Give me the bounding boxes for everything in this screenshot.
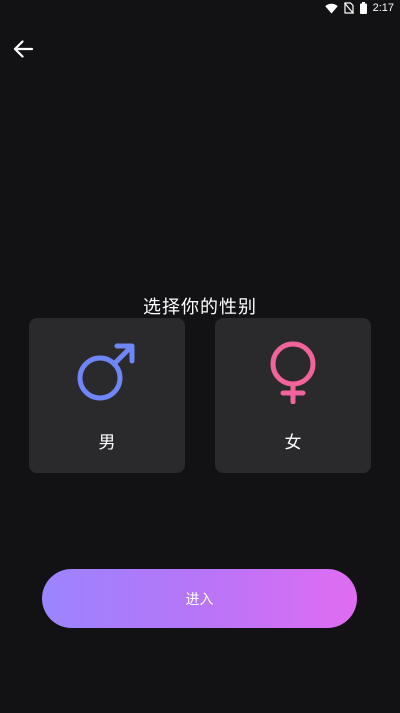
enter-button[interactable]: 进入 [42, 569, 357, 628]
male-option-card[interactable]: 男 [29, 318, 185, 473]
female-symbol-icon [261, 340, 325, 405]
arrow-left-icon [13, 40, 33, 58]
battery-icon [359, 2, 367, 14]
status-time: 2:17 [372, 2, 394, 14]
no-sim-icon [343, 2, 354, 14]
gender-selection-screen: 2:17 选择你的性别 男 女 进入 [0, 0, 400, 713]
male-label: 男 [98, 433, 116, 453]
page-title: 选择你的性别 [143, 297, 257, 318]
female-option-card[interactable]: 女 [215, 318, 371, 473]
female-label: 女 [284, 433, 302, 453]
wifi-icon [324, 3, 338, 14]
male-symbol-icon [75, 340, 139, 404]
back-button[interactable] [10, 36, 36, 62]
status-bar: 2:17 [0, 0, 400, 16]
